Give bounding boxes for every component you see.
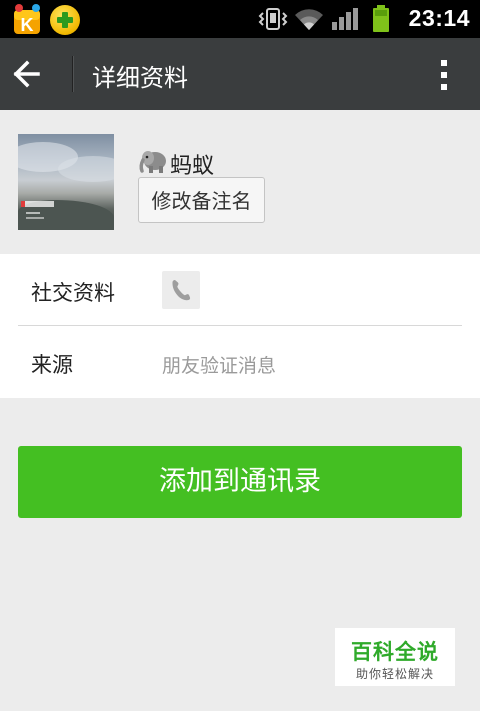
vibrate-icon	[258, 8, 288, 30]
avatar[interactable]	[18, 134, 114, 230]
back-button[interactable]	[12, 54, 60, 94]
edit-remark-button[interactable]: 修改备注名	[138, 177, 265, 223]
info-list: 社交资料 来源 朋友验证消息	[0, 254, 480, 398]
watermark-title: 百科全说	[351, 640, 439, 664]
action-bar: 详细资料	[0, 38, 480, 110]
more-options-button[interactable]	[434, 56, 454, 94]
360-security-icon	[50, 5, 80, 35]
watermark-logo: 百科全说 助你轻松解决	[335, 628, 455, 686]
action-bar-divider	[72, 56, 73, 92]
signal-icon	[332, 8, 358, 30]
list-item-social-profile[interactable]: 社交资料	[0, 254, 480, 326]
watermark-subtitle: 助你轻松解决	[355, 667, 434, 681]
info-label: 社交资料	[31, 281, 115, 305]
list-item-source: 来源 朋友验证消息	[0, 326, 480, 398]
wifi-icon	[295, 9, 323, 31]
battery-icon	[373, 5, 389, 32]
arrow-left-icon	[13, 60, 40, 88]
phone-icon	[162, 271, 200, 309]
add-to-contacts-button[interactable]: 添加到通讯录	[18, 446, 462, 518]
elephant-icon	[139, 151, 166, 173]
profile-header: 蚂蚁 修改备注名	[0, 110, 480, 254]
info-value: 朋友验证消息	[162, 355, 277, 377]
kugou-music-icon: K	[10, 4, 46, 36]
svg-text:K: K	[21, 15, 34, 35]
status-bar: K 23:14	[0, 0, 480, 38]
status-clock: 23:14	[408, 5, 470, 31]
info-label: 来源	[31, 353, 73, 377]
more-vertical-icon	[441, 60, 447, 66]
nickname: 蚂蚁	[170, 154, 215, 179]
contact-detail-screen: K 23:14 详细资料 蚂蚁 修改备注名 社交资料 来源 朋友验证消息 添加到…	[0, 0, 480, 711]
page-title: 详细资料	[92, 64, 188, 92]
